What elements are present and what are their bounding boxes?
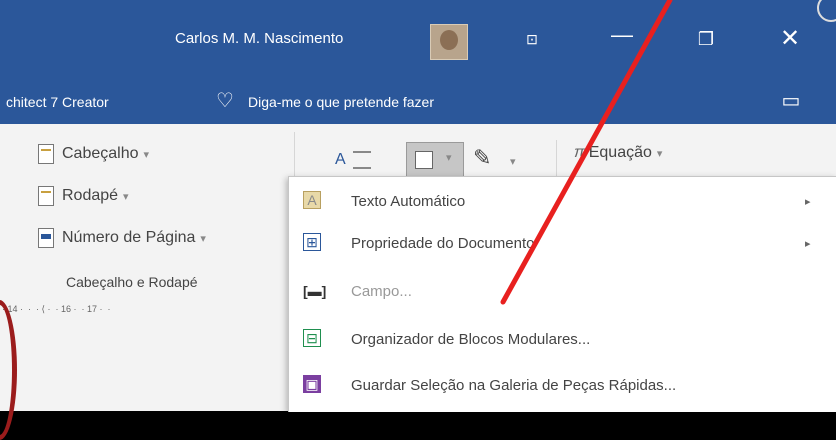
- close-button[interactable]: ✕: [770, 24, 810, 54]
- title-bar: Carlos M. M. Nascimento ⊡ — ❐ ✕: [0, 0, 836, 84]
- menu-item-label: Campo...: [351, 283, 412, 300]
- equation-label: Equação: [588, 144, 652, 161]
- autotext-icon: A: [303, 191, 321, 209]
- menu-item-label: Propriedade do Documento: [351, 235, 535, 252]
- user-name[interactable]: Carlos M. M. Nascimento: [175, 30, 343, 47]
- signature-pen-icon: ✎: [473, 145, 492, 170]
- header-icon: [38, 144, 54, 164]
- chevron-down-icon: ▾: [510, 156, 516, 168]
- tab-bar: chitect 7 Creator ♡ Diga-me o que preten…: [0, 84, 836, 124]
- page-number-button[interactable]: Número de Página ▾: [38, 228, 206, 248]
- header-label: Cabeçalho: [62, 145, 139, 163]
- save-selection-icon: ▣: [303, 375, 321, 393]
- menu-item-save-selection[interactable]: ▣ Guardar Seleção na Galeria de Peças Rá…: [289, 367, 836, 407]
- page-number-icon: [38, 228, 54, 248]
- quick-parts-icon: [415, 151, 433, 169]
- ruler[interactable]: · 14 · · · ⟨ · · 16 · · 17 · ·: [0, 296, 310, 322]
- submenu-arrow-icon: ▸: [805, 238, 811, 250]
- submenu-arrow-icon: ▸: [805, 196, 811, 208]
- minimize-icon: —: [611, 22, 633, 47]
- footer-label: Rodapé: [62, 187, 119, 205]
- group-label-header-footer: Cabeçalho e Rodapé: [66, 274, 198, 290]
- close-icon: ✕: [779, 25, 801, 52]
- user-avatar[interactable]: [430, 24, 468, 60]
- quick-parts-menu: A Texto Automático ▸ ⊞ Propriedade do Do…: [288, 176, 836, 412]
- text-box-button[interactable]: A: [330, 142, 376, 178]
- tell-me-search[interactable]: Diga-me o que pretende fazer: [248, 94, 434, 110]
- menu-item-building-blocks-organizer[interactable]: ⊟ Organizador de Blocos Modulares...: [289, 321, 836, 361]
- building-blocks-organizer-icon: ⊟: [303, 329, 321, 347]
- chevron-down-icon: ▾: [143, 149, 150, 162]
- equation-button[interactable]: π Equação ▾: [574, 144, 662, 162]
- chevron-down-icon: ▾: [200, 233, 206, 246]
- text-lines-icon: [353, 151, 371, 169]
- pi-icon: π: [574, 144, 585, 161]
- page-number-label: Número de Página: [62, 229, 196, 247]
- chevron-down-icon: ▾: [123, 191, 129, 204]
- minimize-button[interactable]: —: [602, 24, 642, 54]
- menu-item-field[interactable]: [▬] Campo...: [289, 273, 836, 313]
- text-box-icon: A: [335, 151, 346, 168]
- menu-item-label: Organizador de Blocos Modulares...: [351, 331, 591, 348]
- menu-item-label: Guardar Seleção na Galeria de Peças Rápi…: [351, 377, 677, 394]
- ribbon-display-icon: ⊡: [526, 31, 538, 47]
- ruler-ticks: · 14 · · · ⟨ · · 16 · · 17 · ·: [2, 304, 111, 314]
- restore-icon: ❐: [697, 29, 715, 49]
- chevron-down-icon: ▾: [446, 152, 452, 164]
- lightbulb-icon[interactable]: ♡: [216, 88, 234, 113]
- menu-item-document-property[interactable]: ⊞ Propriedade do Documento ▸: [289, 225, 836, 265]
- quick-parts-button[interactable]: ▾: [406, 142, 464, 178]
- tab-architect-creator[interactable]: chitect 7 Creator: [6, 94, 109, 110]
- ribbon-display-options-button[interactable]: ⊡: [512, 24, 552, 54]
- menu-item-autotext[interactable]: A Texto Automático ▸: [289, 183, 836, 223]
- menu-item-label: Texto Automático: [351, 193, 466, 210]
- field-icon: [▬]: [303, 283, 327, 299]
- document-property-icon: ⊞: [303, 233, 321, 251]
- chevron-down-icon: ▾: [656, 148, 663, 160]
- footer-button[interactable]: Rodapé ▾: [38, 186, 129, 206]
- comments-icon[interactable]: ▭: [776, 88, 806, 114]
- footer-icon: [38, 186, 54, 206]
- signature-line-button[interactable]: ✎ ▾: [472, 142, 520, 178]
- restore-button[interactable]: ❐: [686, 24, 726, 54]
- header-button[interactable]: Cabeçalho ▾: [38, 144, 149, 164]
